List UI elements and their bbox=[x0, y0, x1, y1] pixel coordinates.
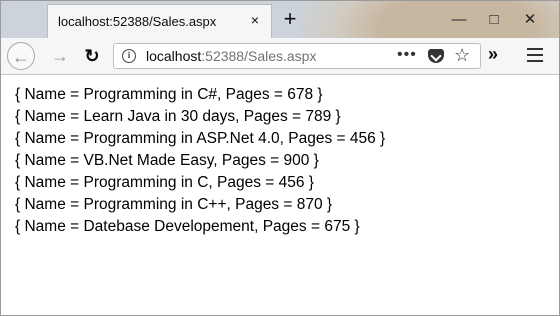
browser-window: localhost:52388/Sales.aspx × + — □ ✕ ← →… bbox=[0, 0, 560, 316]
tab-strip: localhost:52388/Sales.aspx × + — □ ✕ bbox=[1, 1, 559, 101]
output-line: { Name = Programming in C#, Pages = 678 … bbox=[15, 86, 323, 103]
output-line: { Name = Datebase Developement, Pages = … bbox=[15, 218, 360, 235]
output-line: { Name = Programming in C++, Pages = 870… bbox=[15, 196, 333, 213]
page-actions-icon[interactable]: ••• bbox=[397, 46, 417, 64]
navigation-toolbar: ← → ↻ i localhost:52388/Sales.aspx ••• ☆… bbox=[1, 38, 559, 75]
url-text[interactable]: localhost:52388/Sales.aspx bbox=[146, 48, 316, 64]
back-button[interactable]: ← bbox=[7, 42, 35, 70]
page-content: { Name = Programming in C#, Pages = 678 … bbox=[1, 75, 559, 315]
reload-button[interactable]: ↻ bbox=[81, 45, 103, 67]
output-line: { Name = Programming in ASP.Net 4.0, Pag… bbox=[15, 130, 386, 147]
address-bar[interactable]: i localhost:52388/Sales.aspx ••• ☆ bbox=[113, 43, 481, 69]
output-line: { Name = Programming in C, Pages = 456 } bbox=[15, 174, 314, 191]
bookmark-star-icon[interactable]: ☆ bbox=[454, 45, 470, 66]
pocket-icon[interactable] bbox=[428, 49, 444, 63]
tab-sales[interactable]: localhost:52388/Sales.aspx × bbox=[47, 4, 272, 38]
forward-button[interactable]: → bbox=[49, 45, 71, 67]
url-path: :52388/Sales.aspx bbox=[201, 48, 317, 64]
output-line: { Name = VB.Net Made Easy, Pages = 900 } bbox=[15, 152, 319, 169]
window-close-icon[interactable]: ✕ bbox=[519, 9, 541, 31]
overflow-menu-icon[interactable]: » bbox=[488, 44, 498, 65]
output-line: { Name = Learn Java in 30 days, Pages = … bbox=[15, 108, 341, 125]
url-host: localhost bbox=[146, 48, 202, 64]
new-tab-button[interactable]: + bbox=[279, 7, 301, 31]
info-icon[interactable]: i bbox=[122, 49, 136, 63]
close-tab-icon[interactable]: × bbox=[247, 12, 263, 28]
hamburger-menu-icon[interactable] bbox=[527, 48, 543, 62]
tab-title: localhost:52388/Sales.aspx bbox=[58, 14, 217, 29]
maximize-icon[interactable]: □ bbox=[483, 9, 505, 31]
minimize-icon[interactable]: — bbox=[448, 9, 470, 31]
